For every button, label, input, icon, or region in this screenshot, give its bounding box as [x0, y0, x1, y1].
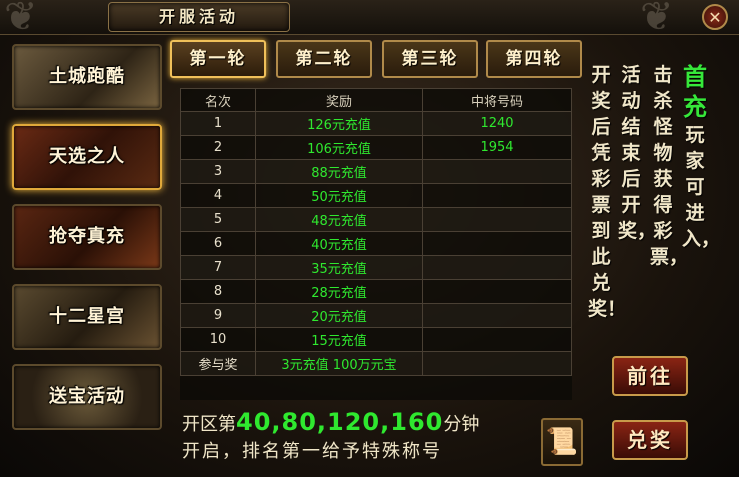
footer-prefix: 开区第 — [182, 414, 236, 435]
dragon-ornament-left-icon: ❦ — [4, 0, 38, 40]
rank-cell: 3 — [180, 159, 256, 184]
winning-number-cell — [422, 207, 572, 232]
sidebar-item-label: 天选之人 — [49, 146, 125, 167]
winning-number-cell — [422, 351, 572, 376]
reward-cell: 40元充值 — [255, 231, 423, 256]
winning-number-cell: 1954 — [422, 135, 572, 160]
rank-cell: 参与奖 — [180, 351, 256, 376]
winning-number-cell: 1240 — [422, 111, 572, 136]
event-rules: 首充玩家可进入， 击杀怪物获得彩票， 活动结束后开奖， 开奖后凭彩票到此兑奖！ — [588, 62, 728, 362]
close-icon[interactable]: ✕ — [702, 4, 728, 30]
winning-number-cell — [422, 327, 572, 352]
header-reward: 奖励 — [255, 88, 423, 112]
rank-cell: 5 — [180, 207, 256, 232]
tab-round-4[interactable]: 第四轮 — [486, 40, 582, 78]
sidebar-item-label: 土城跑酷 — [49, 66, 125, 87]
sidebar-item-label: 送宝活动 — [49, 386, 125, 407]
tab-round-3[interactable]: 第三轮 — [382, 40, 478, 78]
table-row: 6 40元充值 — [180, 231, 572, 256]
sidebar-item-chosen-one[interactable]: 天选之人 — [12, 124, 162, 190]
sidebar-item-tucheng-parkour[interactable]: 土城跑酷 — [12, 44, 162, 110]
table-row: 9 20元充值 — [180, 303, 572, 328]
rank-cell: 7 — [180, 255, 256, 280]
event-sidebar: 土城跑酷 天选之人 抢夺真充 十二星宫 送宝活动 — [12, 44, 166, 444]
title-plate: 开服活动 — [108, 2, 290, 32]
table-row: 7 35元充值 — [180, 255, 572, 280]
sidebar-item-seize-recharge[interactable]: 抢夺真充 — [12, 204, 162, 270]
open-minutes: 40,80,120,160 — [236, 408, 444, 436]
footer-line-2: 开启，排名第一给予特殊称号 — [182, 441, 442, 462]
sidebar-item-twelve-palaces[interactable]: 十二星宫 — [12, 284, 162, 350]
rank-cell: 2 — [180, 135, 256, 160]
tab-round-2[interactable]: 第二轮 — [276, 40, 372, 78]
table-row: 3 88元充值 — [180, 159, 572, 184]
reward-cell: 28元充值 — [255, 279, 423, 304]
rank-cell: 8 — [180, 279, 256, 304]
table-row: 10 15元充值 — [180, 327, 572, 352]
reward-cell: 20元充值 — [255, 303, 423, 328]
dragon-ornament-right-icon: ❦ — [640, 0, 674, 40]
winning-number-cell — [422, 231, 572, 256]
sidebar-item-treasure-event[interactable]: 送宝活动 — [12, 364, 162, 430]
table-row: 2 106元充值 1954 — [180, 135, 572, 160]
scroll-icon[interactable]: 📜 — [541, 418, 583, 466]
reward-cell: 126元充值 — [255, 111, 423, 136]
winning-number-cell — [422, 255, 572, 280]
window-title: 开服活动 — [158, 7, 239, 26]
tab-round-1[interactable]: 第一轮 — [170, 40, 266, 78]
winning-number-cell — [422, 279, 572, 304]
rank-cell: 10 — [180, 327, 256, 352]
footer-notice: 开区第40,80,120,160分钟 开启，排名第一给予特殊称号 — [182, 406, 532, 466]
footer-line-1: 开区第40,80,120,160分钟 — [182, 406, 532, 438]
table-header-row: 名次 奖励 中将号码 — [180, 88, 572, 112]
title-bar: ❦ 开服活动 ❦ ✕ — [0, 0, 739, 40]
header-winning-number: 中将号码 — [422, 88, 572, 112]
reward-cell: 88元充值 — [255, 159, 423, 184]
table-row: 1 126元充值 1240 — [180, 111, 572, 136]
event-window: ❦ 开服活动 ❦ ✕ 土城跑酷 天选之人 抢夺真充 十二星宫 送宝活动 第一轮 … — [0, 0, 739, 477]
rules-text: 玩家可进入， — [682, 124, 721, 250]
header-rank: 名次 — [180, 88, 256, 112]
winning-number-cell — [422, 159, 572, 184]
reward-cell: 35元充值 — [255, 255, 423, 280]
table-row: 5 48元充值 — [180, 207, 572, 232]
table-row: 8 28元充值 — [180, 279, 572, 304]
rules-column-3: 活动结束后开奖， — [618, 64, 657, 242]
rank-cell: 9 — [180, 303, 256, 328]
reward-table: 名次 奖励 中将号码 1 126元充值 1240 2 106元充值 1954 3 — [180, 88, 572, 400]
footer-suffix: 分钟 — [443, 414, 480, 435]
rank-cell: 4 — [180, 183, 256, 208]
winning-number-cell — [422, 183, 572, 208]
goto-button[interactable]: 前往 — [612, 356, 688, 396]
rank-cell: 1 — [180, 111, 256, 136]
reward-cell: 48元充值 — [255, 207, 423, 232]
table-row: 4 50元充值 — [180, 183, 572, 208]
reward-cell: 50元充值 — [255, 183, 423, 208]
rules-column-1: 首充玩家可进入， — [682, 62, 720, 252]
table-row: 参与奖 3元充值 100万元宝 — [180, 351, 572, 376]
sidebar-item-label: 抢夺真充 — [49, 226, 125, 247]
redeem-button[interactable]: 兑奖 — [612, 420, 688, 460]
rules-column-4: 开奖后凭彩票到此兑奖！ — [588, 64, 627, 320]
first-recharge-highlight: 首充 — [683, 63, 707, 121]
winning-number-cell — [422, 303, 572, 328]
reward-cell: 3元充值 100万元宝 — [255, 351, 423, 376]
reward-cell: 15元充值 — [255, 327, 423, 352]
sidebar-item-label: 十二星宫 — [49, 306, 125, 327]
reward-cell: 106元充值 — [255, 135, 423, 160]
rank-cell: 6 — [180, 231, 256, 256]
